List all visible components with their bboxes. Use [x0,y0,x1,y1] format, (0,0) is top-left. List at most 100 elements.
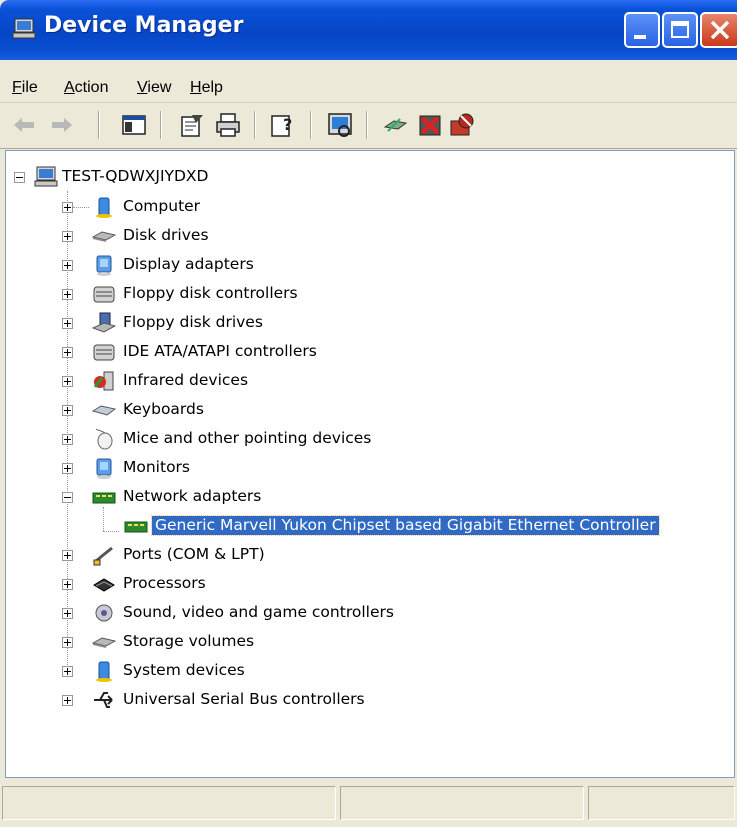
scan-hardware-icon[interactable] [326,111,354,139]
maximize-button[interactable] [662,12,698,48]
menu-file[interactable]: File [12,79,38,97]
tree-item-disk-drives[interactable]: Disk drives [6,222,734,250]
tree-item-network-adapters[interactable]: Network adapters [6,483,734,511]
tree-connector [73,207,89,208]
expand-toggle[interactable] [62,637,73,648]
tree-item-ports[interactable]: Ports (COM & LPT) [6,541,734,569]
print-icon[interactable] [214,111,242,139]
tree-item-label: IDE ATA/ATAPI controllers [123,342,317,360]
update-driver-icon[interactable] [382,111,410,139]
computer-icon [96,197,112,218]
floppy-controller-icon [93,286,115,303]
expand-toggle[interactable] [62,666,73,677]
tree-item-system-devices[interactable]: System devices [6,657,734,685]
menu-bar: File Action View Help [0,60,737,103]
svg-text:?: ? [283,115,292,134]
display-adapter-icon [96,255,112,276]
ide-controller-icon [93,344,115,361]
expand-toggle[interactable] [62,231,73,242]
tree-item-mice[interactable]: Mice and other pointing devices [6,425,734,453]
device-tree[interactable]: TEST-QDWXJIYDXD Computer Disk drives Dis… [5,150,735,778]
port-icon [93,546,113,566]
processor-icon [93,578,115,592]
disable-device-icon[interactable] [448,111,476,139]
toolbar: ? [0,103,737,149]
usb-icon [94,692,113,708]
network-adapter-icon [92,492,116,504]
tree-item-infrared-devices[interactable]: Infrared devices [6,367,734,395]
tree-item-network-device[interactable]: Generic Marvell Yukon Chipset based Giga… [6,512,734,540]
close-button[interactable] [700,12,737,48]
tree-item-label: Disk drives [123,226,209,244]
tree-item-label: Floppy disk controllers [123,284,298,302]
tree-item-storage-volumes[interactable]: Storage volumes [6,628,734,656]
uninstall-device-icon[interactable] [416,111,444,139]
tree-root-label: TEST-QDWXJIYDXD [62,167,209,185]
show-hide-console-tree-icon[interactable] [120,111,148,139]
properties-icon[interactable] [178,111,206,139]
tree-item-label: Universal Serial Bus controllers [123,690,365,708]
back-arrow-icon[interactable] [10,111,38,139]
tree-item-label: Monitors [123,458,190,476]
minimize-button[interactable] [624,12,660,48]
expand-toggle[interactable] [62,695,73,706]
tree-item-floppy-disk-drives[interactable]: Floppy disk drives [6,309,734,337]
tree-item-label: Computer [123,197,201,215]
expand-toggle[interactable] [62,318,73,329]
tree-item-sound-video-game[interactable]: Sound, video and game controllers [6,599,734,627]
help-icon[interactable]: ? [268,111,296,139]
expand-toggle[interactable] [62,376,73,387]
computer-icon [34,166,58,187]
expand-toggle[interactable] [62,405,73,416]
computer-icon [12,18,36,39]
mouse-icon [95,428,113,450]
toolbar-separator [366,111,368,139]
expand-toggle[interactable] [62,608,73,619]
network-adapter-icon [124,521,148,533]
tree-item-ide-ata-atapi-controllers[interactable]: IDE ATA/ATAPI controllers [6,338,734,366]
expand-toggle[interactable] [62,434,73,445]
tree-root-row[interactable]: TEST-QDWXJIYDXD [6,163,734,191]
menu-help[interactable]: Help [190,79,223,97]
menu-view[interactable]: View [137,79,171,97]
close-icon [710,20,730,40]
menu-action[interactable]: Action [64,79,108,97]
expand-toggle[interactable] [62,463,73,474]
tree-item-floppy-disk-controllers[interactable]: Floppy disk controllers [6,280,734,308]
expand-toggle[interactable] [62,579,73,590]
monitor-icon [96,458,112,479]
tree-item-computer[interactable]: Computer [6,193,734,221]
expand-toggle[interactable] [62,202,73,213]
expand-toggle[interactable] [62,347,73,358]
tree-item-label: System devices [123,661,245,679]
expand-toggle[interactable] [62,550,73,561]
expand-toggle[interactable] [62,260,73,271]
title-bar[interactable]: Device Manager [0,0,737,60]
tree-item-processors[interactable]: Processors [6,570,734,598]
forward-arrow-icon[interactable] [48,111,76,139]
status-bar [0,780,737,827]
tree-item-display-adapters[interactable]: Display adapters [6,251,734,279]
status-pane [2,786,336,820]
tree-item-usb-controllers[interactable]: Universal Serial Bus controllers [6,686,734,714]
tree-item-label: Display adapters [123,255,254,273]
tree-item-label: Processors [123,574,206,592]
tree-item-label: Sound, video and game controllers [123,603,394,621]
disk-drive-icon [92,231,116,242]
collapse-toggle[interactable] [62,492,73,503]
tree-item-monitors[interactable]: Monitors [6,454,734,482]
selected-device-label: Generic Marvell Yukon Chipset based Giga… [151,515,660,536]
system-devices-icon [96,661,112,682]
toolbar-separator [254,111,256,139]
toolbar-separator [98,111,100,139]
infrared-icon [93,371,114,391]
sound-icon [95,604,113,622]
maximize-icon [671,21,689,38]
tree-item-label: Storage volumes [123,632,255,650]
toolbar-separator [310,111,312,139]
tree-item-keyboards[interactable]: Keyboards [6,396,734,424]
tree-item-label: Ports (COM & LPT) [123,545,265,563]
expand-toggle[interactable] [62,289,73,300]
tree-item-label: Keyboards [123,400,204,418]
collapse-toggle[interactable] [14,172,25,183]
